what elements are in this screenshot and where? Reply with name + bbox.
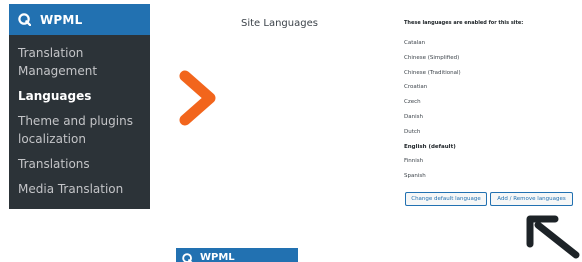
change-default-language-button[interactable]: Change default language [405, 192, 487, 206]
menu-item-translation-management[interactable]: Translation Management [9, 44, 150, 80]
language-item: Catalan [404, 40, 426, 46]
language-item: Croatian [404, 84, 428, 91]
menu-item-theme-plugins-localization[interactable]: Theme and plugins localization [9, 112, 150, 148]
site-languages-heading: Site Languages [241, 18, 318, 29]
language-item: Spanish [404, 173, 426, 180]
enabled-languages-list: Catalan Chinese (Simplified) Chinese (Tr… [404, 38, 461, 186]
enabled-languages-label: These languages are enabled for this sit… [404, 20, 524, 26]
chevron-right-icon [179, 70, 216, 126]
language-item: Czech [404, 99, 421, 106]
language-item: Dutch [404, 128, 421, 135]
add-remove-languages-button[interactable]: Add / Remove languages [490, 192, 573, 206]
wpml-menu-header[interactable]: WPML [9, 4, 150, 35]
menu-item-translations[interactable]: Translations [9, 155, 150, 173]
wpml-menu-items: Translation Management Languages Theme a… [9, 35, 150, 198]
wpml-logo-icon [182, 253, 193, 262]
wpml-brand-label: WPML [200, 252, 235, 262]
language-item: Finnish [404, 158, 424, 165]
menu-item-languages[interactable]: Languages [9, 87, 150, 105]
language-item-default: English (default) [404, 143, 456, 150]
wpml-admin-menu: WPML Translation Management Languages Th… [9, 4, 150, 209]
pointer-arrow-icon [526, 215, 580, 259]
wpml-brand-label: WPML [40, 12, 83, 27]
language-item: Chinese (Simplified) [404, 54, 460, 61]
menu-item-media-translation[interactable]: Media Translation [9, 180, 150, 198]
language-item: Danish [404, 113, 423, 120]
language-item: Chinese (Traditional) [404, 69, 461, 76]
wpml-logo-icon [18, 13, 31, 26]
